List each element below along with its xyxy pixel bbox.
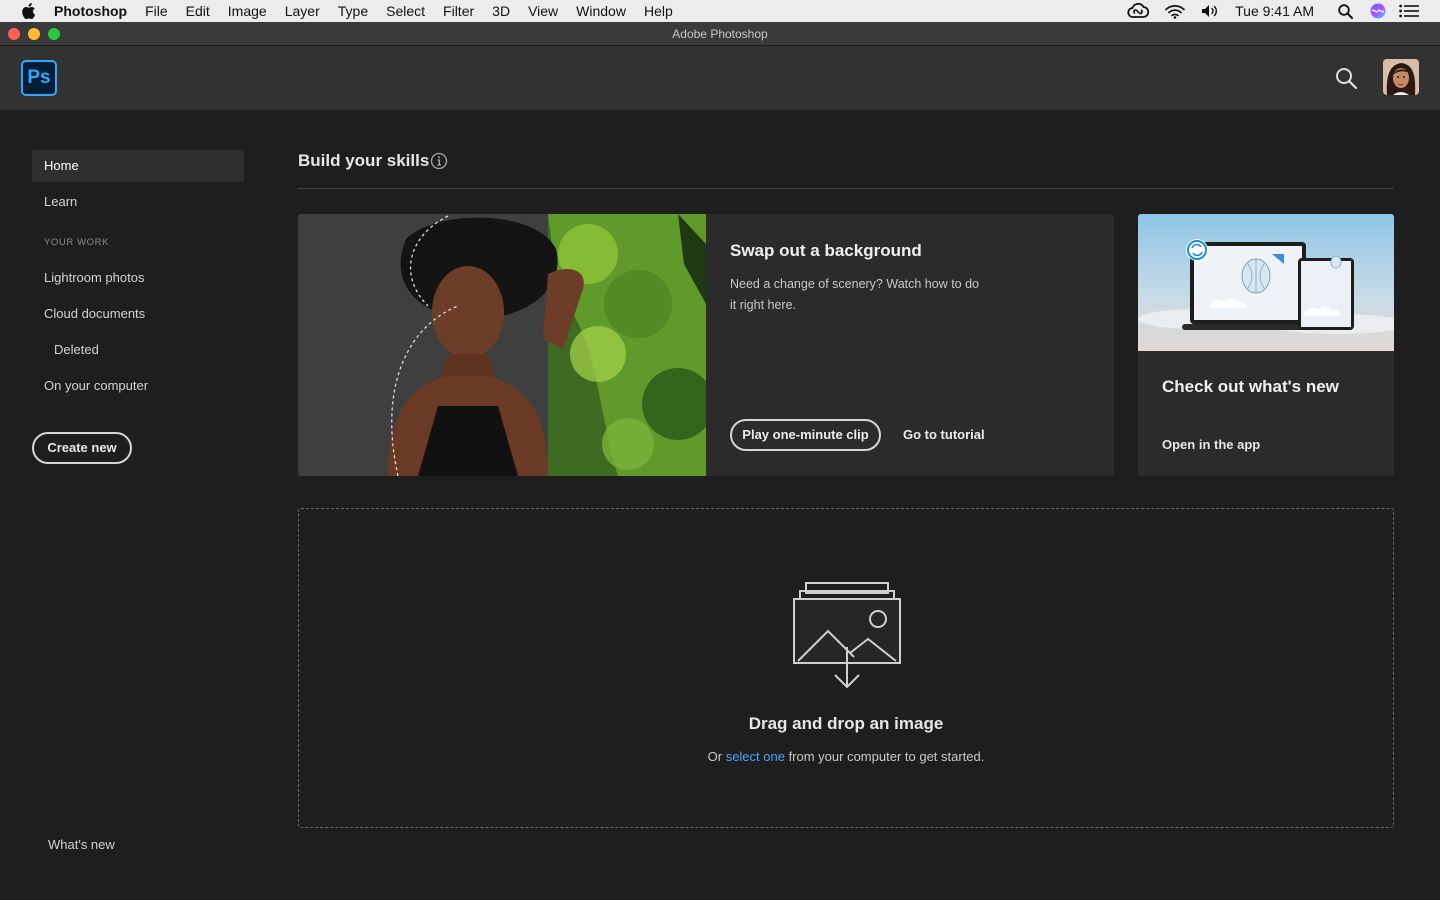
menu-file[interactable]: File [145, 0, 168, 22]
sidebar-section-label: YOUR WORK [44, 237, 110, 248]
select-one-link[interactable]: select one [726, 749, 785, 764]
info-icon[interactable] [430, 152, 448, 170]
apple-logo-icon[interactable] [20, 2, 36, 20]
drop-zone-title: Drag and drop an image [748, 714, 944, 733]
go-to-tutorial-link[interactable]: Go to tutorial [903, 419, 985, 451]
sidebar-item-cloud-documents[interactable]: Cloud documents [32, 298, 244, 330]
macos-menu-bar: Photoshop File Edit Image Layer Type Sel… [0, 0, 1440, 22]
image-upload-icon [793, 582, 901, 689]
menu-help[interactable]: Help [644, 0, 673, 22]
tutorial-thumbnail[interactable] [298, 214, 706, 476]
user-avatar[interactable] [1383, 59, 1419, 95]
sidebar-item-lightroom-photos[interactable]: Lightroom photos [32, 262, 244, 294]
tutorial-card[interactable]: Swap out a background Need a change of s… [298, 214, 1114, 476]
play-clip-button[interactable]: Play one-minute clip [730, 419, 881, 451]
create-new-button[interactable]: Create new [32, 432, 132, 464]
whats-new-thumbnail[interactable] [1138, 214, 1394, 351]
wifi-icon[interactable] [1165, 4, 1185, 19]
whats-new-card-title: Check out what's new [1162, 377, 1339, 396]
section-divider [298, 188, 1394, 189]
search-icon[interactable] [1334, 66, 1358, 90]
sidebar-item-deleted[interactable]: Deleted [32, 334, 244, 366]
spotlight-search-icon[interactable] [1338, 3, 1353, 19]
drop-zone-prefix: Or [707, 749, 726, 764]
menu-layer[interactable]: Layer [285, 0, 320, 22]
sidebar-item-on-your-computer[interactable]: On your computer [32, 370, 244, 402]
menu-select[interactable]: Select [386, 0, 425, 22]
creative-cloud-icon[interactable] [1127, 3, 1150, 19]
tutorial-card-description: Need a change of scenery? Watch how to d… [730, 277, 979, 312]
menu-bar-status-area: Tue 9:41 AM [1111, 0, 1440, 22]
volume-icon[interactable] [1201, 4, 1221, 18]
sidebar: Home Learn YOUR WORK Lightroom photos Cl… [0, 110, 270, 900]
page-title: Build your skills [298, 151, 430, 170]
app-header: Ps [0, 46, 1440, 110]
drop-zone-subtitle: Or select one from your computer to get … [299, 749, 1393, 764]
photoshop-logo[interactable]: Ps [21, 60, 57, 96]
whats-new-link[interactable]: What's new [48, 837, 115, 852]
menu-filter[interactable]: Filter [443, 0, 474, 22]
sidebar-item-home[interactable]: Home [32, 150, 244, 182]
window-title: Adobe Photoshop [672, 27, 768, 41]
sidebar-item-learn[interactable]: Learn [32, 186, 244, 218]
menu-type[interactable]: Type [338, 0, 368, 22]
image-drop-zone[interactable]: Drag and drop an image Or select one fro… [298, 508, 1394, 828]
tutorial-card-title: Swap out a background [730, 241, 922, 260]
siri-icon[interactable] [1370, 3, 1386, 19]
menu-view[interactable]: View [528, 0, 558, 22]
window-title-bar: Adobe Photoshop [0, 22, 1440, 46]
menu-3d[interactable]: 3D [492, 0, 510, 22]
menu-window[interactable]: Window [576, 0, 626, 22]
notification-center-icon[interactable] [1399, 4, 1419, 18]
menu-app-photoshop[interactable]: Photoshop [54, 0, 127, 22]
drop-zone-suffix: from your computer to get started. [784, 749, 985, 764]
open-in-app-link[interactable]: Open in the app [1162, 437, 1260, 452]
menu-edit[interactable]: Edit [186, 0, 210, 22]
menu-bar-clock[interactable]: Tue 9:41 AM [1235, 3, 1314, 19]
whats-new-card[interactable]: Check out what's new Open in the app [1138, 214, 1394, 476]
menu-image[interactable]: Image [228, 0, 267, 22]
